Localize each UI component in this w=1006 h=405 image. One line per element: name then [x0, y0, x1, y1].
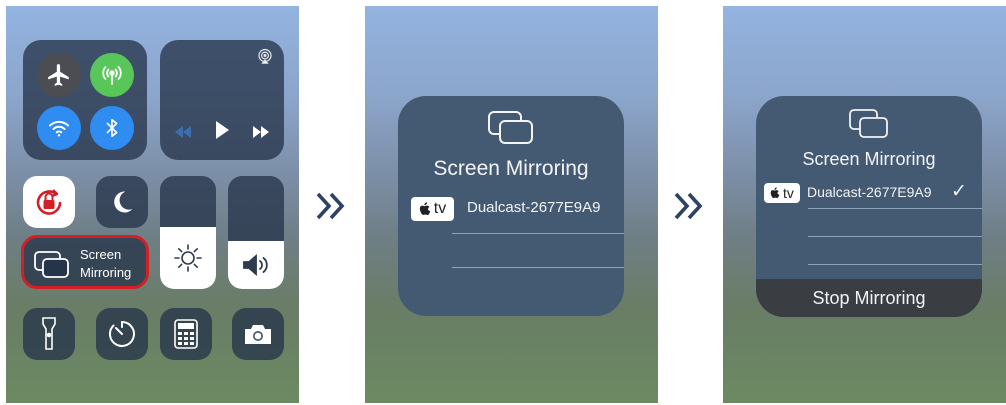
tv-label: tv — [783, 185, 794, 201]
wifi-icon — [49, 120, 69, 137]
apple-logo-icon — [770, 187, 780, 198]
timer-icon — [109, 321, 135, 347]
control-center-screen: Screen Mirroring — [6, 6, 299, 403]
calculator-button[interactable] — [160, 308, 212, 360]
rewind-icon[interactable] — [174, 126, 192, 138]
cellular-data-toggle[interactable] — [90, 53, 134, 97]
bluetooth-toggle[interactable] — [90, 106, 134, 150]
airplane-mode-toggle[interactable] — [37, 53, 81, 97]
tv-label: tv — [433, 200, 447, 217]
timer-button[interactable] — [96, 308, 148, 360]
row-separator — [452, 267, 624, 268]
mirroring-selection-screen: Screen Mirroring tv Dualcast-2677E9A9 — [365, 6, 658, 403]
moon-icon — [114, 191, 133, 213]
wifi-toggle[interactable] — [37, 106, 81, 150]
stop-mirroring-button[interactable]: Stop Mirroring — [756, 279, 982, 317]
airplay-icon[interactable] — [256, 48, 274, 66]
rotation-lock-icon — [36, 189, 62, 215]
menu-title: Screen Mirroring — [802, 149, 936, 169]
bluetooth-icon — [106, 118, 118, 138]
row-separator — [808, 236, 982, 237]
step-arrow-icon — [669, 186, 709, 226]
apple-tv-badge: tv — [764, 183, 800, 203]
row-separator — [452, 233, 624, 234]
step-arrow-icon — [311, 186, 351, 226]
mirroring-connected-screen: Screen Mirroring tv Dualcast-2677E9A9 ✓ … — [723, 6, 1006, 403]
screen-mirroring-menu: Screen Mirroring tv Dualcast-2677E9A9 — [398, 96, 624, 316]
screen-mirroring-icon — [34, 251, 69, 278]
calculator-icon — [174, 319, 198, 349]
row-separator — [808, 208, 982, 209]
connectivity-tile — [23, 40, 147, 160]
rotation-lock-toggle[interactable] — [23, 176, 75, 228]
screen-mirroring-icon — [488, 111, 533, 144]
screen-mirroring-icon — [849, 109, 888, 138]
label-line-2: Mirroring — [80, 265, 132, 280]
label-line-1: Screen — [80, 247, 122, 262]
menu-title: Screen Mirroring — [433, 157, 589, 180]
do-not-disturb-toggle[interactable] — [96, 176, 148, 228]
row-separator — [808, 264, 982, 265]
airplane-icon — [48, 64, 69, 86]
volume-slider[interactable] — [228, 176, 284, 289]
screen-mirroring-label: Screen Mirroring — [80, 246, 131, 282]
screen-mirroring-button[interactable]: Screen Mirroring — [21, 235, 149, 289]
flashlight-icon — [42, 317, 56, 350]
apple-logo-icon — [419, 202, 430, 215]
checkmark-icon: ✓ — [951, 181, 967, 202]
fast-forward-icon[interactable] — [252, 126, 270, 138]
volume-speaker-icon — [243, 254, 268, 276]
cellular-antenna-icon — [102, 66, 122, 85]
camera-icon — [245, 325, 271, 344]
brightness-sun-icon — [174, 244, 202, 272]
volume-level — [228, 241, 284, 289]
screen-mirroring-menu: Screen Mirroring tv Dualcast-2677E9A9 ✓ … — [756, 96, 982, 317]
apple-tv-badge: tv — [411, 197, 454, 221]
camera-button[interactable] — [232, 308, 284, 360]
device-name: Dualcast-2677E9A9 — [807, 184, 932, 200]
brightness-slider[interactable] — [160, 176, 216, 289]
flashlight-button[interactable] — [23, 308, 75, 360]
device-name: Dualcast-2677E9A9 — [467, 199, 601, 216]
play-icon[interactable] — [215, 121, 229, 139]
brightness-level — [160, 227, 216, 289]
device-row[interactable]: tv Dualcast-2677E9A9 — [398, 194, 624, 234]
media-tile — [160, 40, 284, 160]
